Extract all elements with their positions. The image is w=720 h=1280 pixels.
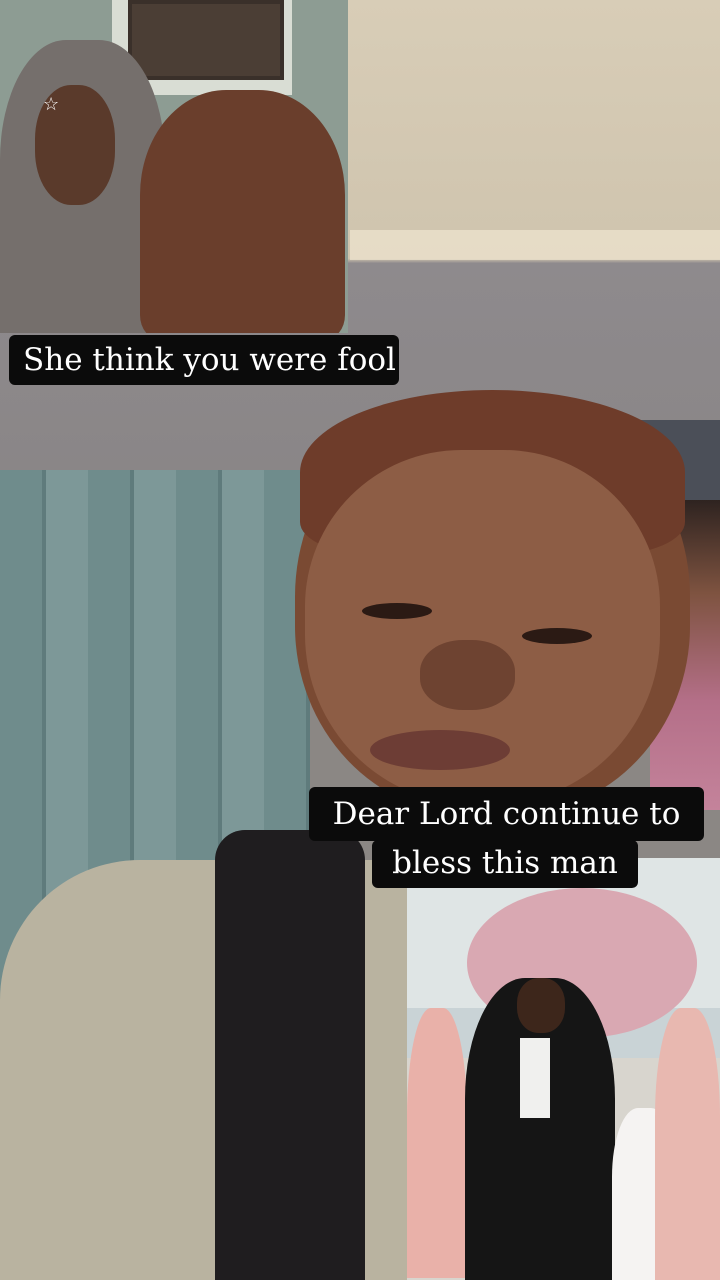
- woman-braids: [140, 90, 345, 333]
- wall-trim: [350, 230, 720, 260]
- boy-head: [517, 978, 565, 1033]
- white-shirt: [520, 1038, 550, 1118]
- guest-pink-dress-right: [655, 1008, 720, 1280]
- inset-photo-wedding: [407, 858, 720, 1280]
- bag-strap: [215, 830, 365, 1280]
- caption-top: She think you were fool: [9, 335, 399, 385]
- left-eye: [362, 603, 432, 619]
- caption-middle-line2: bless this man: [372, 840, 638, 888]
- caption-middle-line1: Dear Lord continue to: [309, 787, 704, 841]
- star-hairclip-icon: ☆: [43, 94, 60, 115]
- guest-pink-dress: [407, 1008, 467, 1278]
- inset-video-top: ☆: [0, 0, 348, 333]
- right-eye: [522, 628, 592, 644]
- nose: [420, 640, 515, 710]
- mouth: [370, 730, 510, 770]
